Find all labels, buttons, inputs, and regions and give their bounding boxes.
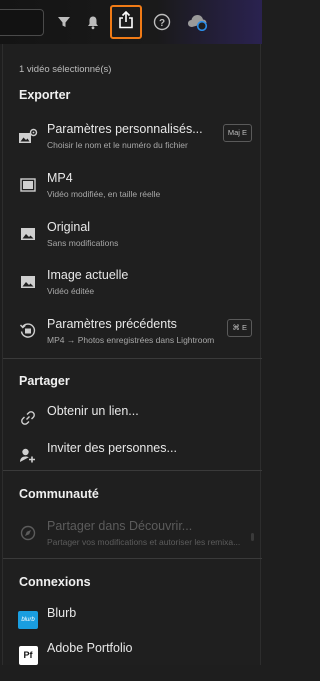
link-icon <box>18 408 38 428</box>
blurb-logo: blurb <box>18 610 38 630</box>
export-custom-settings[interactable]: Paramètres personnalisés... Choisir le n… <box>3 122 262 162</box>
shortcut-badge: Maj E <box>222 124 252 142</box>
item-label: MP4 <box>47 171 73 185</box>
export-original[interactable]: Original Sans modifications <box>3 220 262 260</box>
divider <box>3 558 262 559</box>
item-description: Sans modifications <box>47 238 119 248</box>
share-get-link[interactable]: Obtenir un lien... <box>3 404 262 444</box>
selection-count: 1 vidéo sélectionné(s) <box>19 64 112 75</box>
share-invite-people[interactable]: Inviter des personnes... <box>3 441 262 481</box>
item-label: Partager dans Découvrir... <box>47 519 193 533</box>
item-label: Paramètres précédents <box>47 317 177 331</box>
connection-blurb[interactable]: blurb Blurb <box>3 606 262 646</box>
bell-icon[interactable] <box>81 10 105 34</box>
discover-icon <box>18 523 38 543</box>
svg-text:?: ? <box>159 18 165 29</box>
item-description: Partager vos modifications et autoriser … <box>47 537 241 547</box>
top-toolbar: ? <box>0 0 262 44</box>
custom-settings-icon <box>18 126 38 146</box>
divider <box>3 470 262 471</box>
community-section-title: Communauté <box>19 487 99 501</box>
video-frame-icon <box>18 175 38 195</box>
image-icon <box>18 272 38 292</box>
item-description: Choisir le nom et le numéro du fichier <box>47 140 188 150</box>
share-icon <box>118 10 134 34</box>
export-section-title: Exporter <box>19 88 71 102</box>
share-section-title: Partager <box>19 374 70 388</box>
invite-person-icon <box>18 445 38 465</box>
cloud-sync-icon[interactable] <box>186 10 210 34</box>
scrollbar[interactable] <box>251 533 254 541</box>
image-icon <box>18 224 38 244</box>
export-mp4[interactable]: MP4 Vidéo modifiée, en taille réelle <box>3 171 262 211</box>
item-label: Image actuelle <box>47 268 129 282</box>
item-description: Vidéo modifiée, en taille réelle <box>47 189 161 199</box>
export-previous-settings[interactable]: Paramètres précédents MP4 → Photos enreg… <box>3 317 262 357</box>
divider <box>3 358 262 359</box>
item-label: Blurb <box>47 606 77 620</box>
share-button[interactable] <box>110 5 142 39</box>
connections-section-title: Connexions <box>19 575 91 589</box>
previous-settings-icon <box>18 321 38 341</box>
connection-adobe-portfolio[interactable]: Pf Adobe Portfolio <box>3 641 262 681</box>
item-label: Adobe Portfolio <box>47 641 133 655</box>
item-label: Inviter des personnes... <box>47 441 177 455</box>
item-description: Vidéo éditée <box>47 286 95 296</box>
filter-icon[interactable] <box>52 10 76 34</box>
item-label: Obtenir un lien... <box>47 404 139 418</box>
share-export-panel: 1 vidéo sélectionné(s) Exporter Paramètr… <box>2 44 262 665</box>
help-icon[interactable]: ? <box>150 10 174 34</box>
item-description: MP4 → Photos enregistrées dans Lightroom <box>47 335 215 345</box>
search-input[interactable] <box>0 9 44 36</box>
export-current-image[interactable]: Image actuelle Vidéo éditée <box>3 268 262 308</box>
adobe-portfolio-logo: Pf <box>18 645 38 665</box>
community-share-discover: Partager dans Découvrir... Partager vos … <box>3 519 262 559</box>
item-label: Original <box>47 220 91 234</box>
shortcut-badge: ⌘ E <box>227 319 252 337</box>
item-label: Paramètres personnalisés... <box>47 122 203 136</box>
